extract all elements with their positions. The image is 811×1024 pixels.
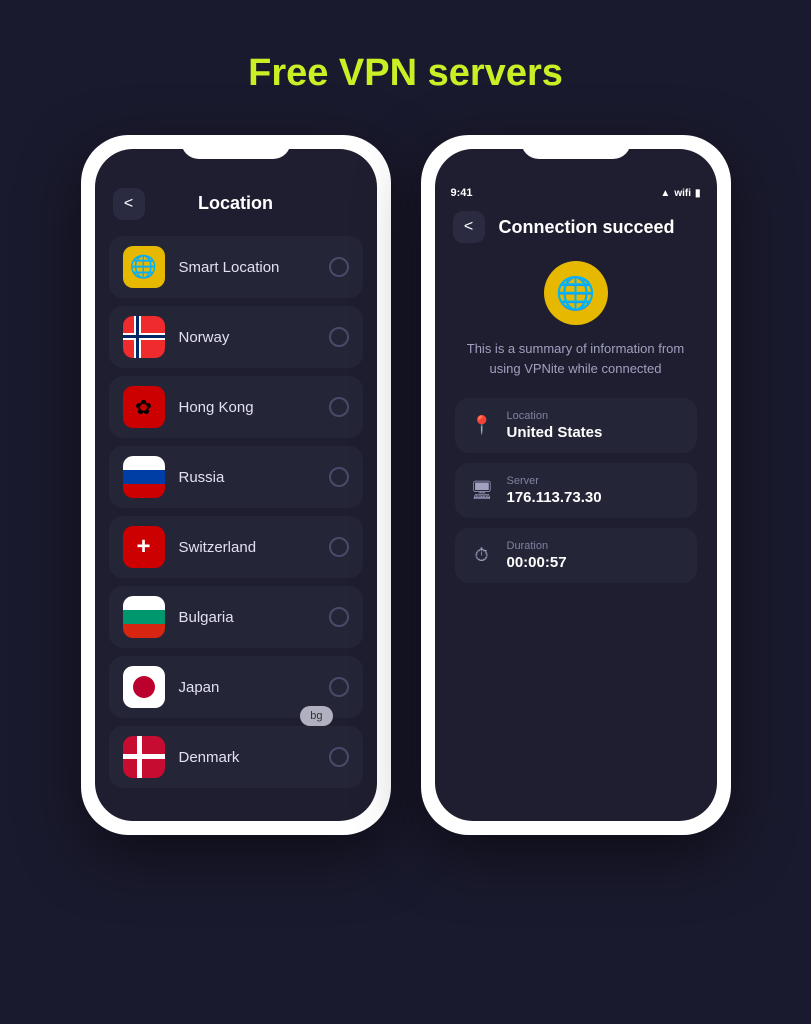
info-card-location: 📍 Location United States [455,398,697,453]
location-card-label: Location [507,410,603,422]
location-item-switzerland[interactable]: + Switzerland [109,516,363,578]
denmark-location-radio[interactable] [329,747,349,767]
location-item-smart[interactable]: 🌐 Smart Location [109,236,363,298]
connection-globe-icon: 🌐 [544,261,608,325]
location-card-value: United States [507,424,603,441]
status-time: 9:41 [451,187,473,199]
location-list: 🌐 Smart Location [95,228,377,796]
page-title: Free VPN servers [248,52,563,95]
hongkong-location-radio[interactable] [329,397,349,417]
russia-location-radio[interactable] [329,467,349,487]
connection-screen-title: Connection succeed [499,217,675,238]
japan-flag-icon [123,666,165,708]
switzerland-flag-icon: + [123,526,165,568]
signal-icon: ▲ [660,188,670,199]
location-card-icon: 📍 [471,415,493,436]
duration-card-icon: ⏱ [471,545,493,566]
location-screen: < Location 🌐 Smart Location [95,149,377,821]
russia-flag-icon [123,456,165,498]
phones-container: < Location 🌐 Smart Location [81,135,731,835]
bulgaria-location-label: Bulgaria [179,609,329,626]
back-button[interactable]: < [113,188,145,220]
left-phone-notch [181,135,291,159]
info-card-server: 🖥 Server 176.113.73.30 [455,463,697,518]
connection-body: 🌐 This is a summary of information from … [435,251,717,593]
right-phone-notch [521,135,631,159]
left-phone-screen: < Location 🌐 Smart Location [95,149,377,821]
duration-card-label: Duration [507,540,567,552]
location-item-japan[interactable]: Japan bg [109,656,363,718]
wifi-icon: wifi [674,188,691,199]
duration-card-value: 00:00:57 [507,554,567,571]
location-item-russia[interactable]: Russia [109,446,363,508]
smart-location-radio[interactable] [329,257,349,277]
smart-location-label: Smart Location [179,259,329,276]
battery-icon: ▮ [695,188,701,199]
info-card-duration: ⏱ Duration 00:00:57 [455,528,697,583]
location-item-bulgaria[interactable]: Bulgaria [109,586,363,648]
norway-location-radio[interactable] [329,327,349,347]
norway-flag-icon [123,316,165,358]
right-phone-screen: 9:41 ▲ wifi ▮ < Connection succeed 🌐 Thi… [435,149,717,821]
switzerland-location-label: Switzerland [179,539,329,556]
bulgaria-location-radio[interactable] [329,607,349,627]
location-item-hongkong[interactable]: ✿ Hong Kong [109,376,363,438]
status-bar: 9:41 ▲ wifi ▮ [435,183,717,199]
connection-header: < Connection succeed [435,199,717,251]
hongkong-flag-icon: ✿ [123,386,165,428]
server-card-value: 176.113.73.30 [507,489,602,506]
russia-location-label: Russia [179,469,329,486]
bulgaria-flag-icon [123,596,165,638]
duration-card-content: Duration 00:00:57 [507,540,567,571]
left-phone: < Location 🌐 Smart Location [81,135,391,835]
connection-screen: 9:41 ▲ wifi ▮ < Connection succeed 🌐 Thi… [435,149,717,821]
location-item-denmark[interactable]: Denmark [109,726,363,788]
norway-location-label: Norway [179,329,329,346]
server-card-icon: 🖥 [471,480,493,501]
denmark-flag-icon [123,736,165,778]
smart-location-icon: 🌐 [123,246,165,288]
switzerland-location-radio[interactable] [329,537,349,557]
japan-location-label: Japan [179,679,329,696]
japan-location-radio[interactable] [329,677,349,697]
connection-back-button[interactable]: < [453,211,485,243]
connection-summary: This is a summary of information from us… [455,339,697,378]
right-phone: 9:41 ▲ wifi ▮ < Connection succeed 🌐 Thi… [421,135,731,835]
status-icons: ▲ wifi ▮ [660,188,700,199]
tooltip-bubble: bg [300,706,332,726]
location-screen-title: Location [198,193,273,214]
server-card-label: Server [507,475,602,487]
location-card-content: Location United States [507,410,603,441]
server-card-content: Server 176.113.73.30 [507,475,602,506]
location-header: < Location [95,183,377,228]
location-item-norway[interactable]: Norway [109,306,363,368]
denmark-location-label: Denmark [179,749,329,766]
hongkong-location-label: Hong Kong [179,399,329,416]
